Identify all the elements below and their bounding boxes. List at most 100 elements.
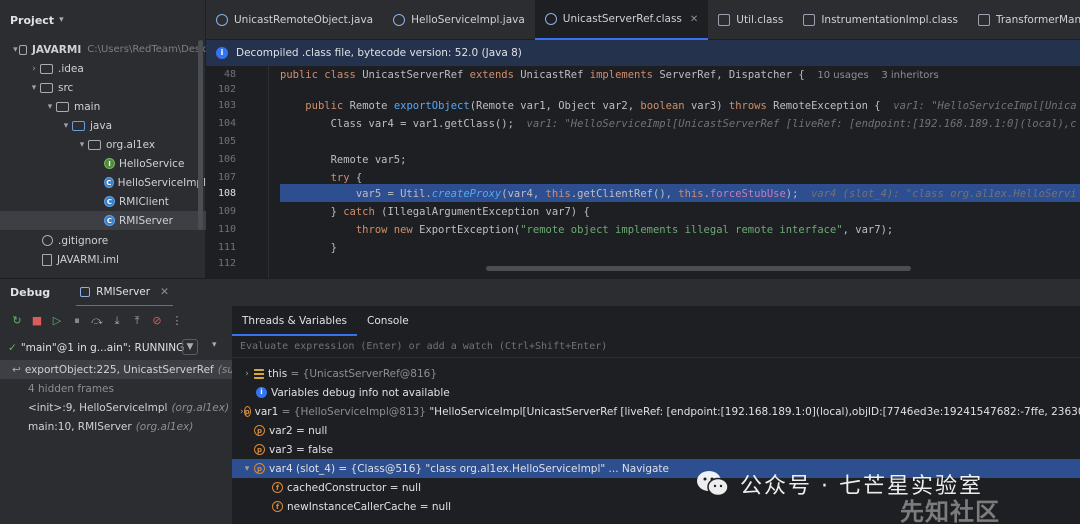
chevron-down-icon[interactable]: ▾ — [76, 140, 88, 150]
code-line-107: try { — [330, 172, 363, 184]
tree-item-rmiserver[interactable]: C RMIServer — [0, 211, 206, 230]
project-scrollbar[interactable] — [198, 40, 203, 230]
evaluate-expression-input[interactable]: Evaluate expression (Enter) or add a wat… — [232, 336, 1080, 358]
stop-icon[interactable]: ■ — [30, 314, 44, 328]
debug-title: Debug — [10, 286, 51, 299]
chevron-down-icon[interactable]: ▾ — [44, 102, 56, 112]
close-icon[interactable]: ✕ — [690, 14, 698, 25]
tree-item-label: JAVARMI — [31, 43, 82, 56]
tree-item-label: java — [90, 119, 112, 132]
code-line-110: throw new ExportException("remote object… — [355, 224, 894, 236]
code-line-106: Remote var5; — [280, 154, 407, 166]
run-config-icon — [80, 286, 91, 297]
project-header[interactable]: Project ▾ — [0, 0, 205, 40]
close-icon[interactable]: ✕ — [160, 286, 169, 298]
variable-row[interactable]: › p var1 = {HelloServiceImpl@813} "Hello… — [232, 402, 1080, 421]
tab-util[interactable]: Util.class — [708, 0, 793, 40]
chevron-down-icon[interactable]: ▾ — [212, 340, 217, 350]
variable-row[interactable]: p var3 = false — [232, 440, 1080, 459]
thread-selector[interactable]: ✓ "main"@1 in g...ain": RUNNING ▼ ▾ — [0, 336, 232, 360]
var-name: cachedConstructor — [287, 481, 387, 494]
inline-debug-hint: var1: "HelloServiceImpl[UnicastServerRef… — [526, 118, 1077, 130]
frame-package: (org.al1ex) — [135, 420, 194, 433]
line-number: 106 — [217, 154, 236, 165]
tree-item-module[interactable]: ▾ JAVARMI C:\Users\RedTeam\Desk — [0, 40, 206, 59]
frame-method: main:10, RMIServer — [28, 420, 132, 433]
code-line-111: } — [280, 242, 337, 254]
tab-label: UnicastRemoteObject.java — [234, 14, 374, 26]
tab-threads-variables[interactable]: Threads & Variables — [232, 306, 358, 336]
tab-unicastserverref[interactable]: UnicastServerRef.class ✕ — [534, 0, 709, 40]
chevron-down-icon[interactable]: ▾ — [240, 464, 254, 474]
string-literal: "remote object implements illegal remote… — [520, 224, 843, 236]
frame-item[interactable]: ↩ exportObject:225, UnicastServerRef (su… — [0, 360, 232, 379]
tree-item-package[interactable]: ▾ org.al1ex — [0, 135, 206, 154]
tab-label: Util.class — [736, 14, 784, 26]
usages-link[interactable]: 10 usages — [817, 70, 868, 81]
step-into-icon[interactable]: ⤓ — [110, 314, 124, 328]
line-number: 111 — [217, 242, 236, 253]
code-line-104: Class var4 = var1.getClass(); var1: "Hel… — [280, 118, 1077, 130]
mute-breakpoints-icon[interactable]: ⊘ — [150, 314, 164, 328]
editor-tabs: UnicastRemoteObject.java HelloServiceImp… — [206, 0, 1080, 40]
tree-item-label: .idea — [58, 62, 84, 75]
variable-row[interactable]: p var2 = null — [232, 421, 1080, 440]
resume-icon[interactable]: ▷ — [50, 314, 64, 328]
line-number: 103 — [217, 100, 236, 111]
pause-icon[interactable]: ⏸ — [70, 314, 84, 328]
class-file-icon — [544, 13, 557, 25]
tree-item-label: main — [74, 100, 101, 113]
tree-item-helloserviceimpl[interactable]: C HelloServiceImpl — [0, 173, 206, 192]
tree-item-src[interactable]: ▾ src — [0, 78, 206, 97]
step-over-icon[interactable]: ⤼ — [90, 314, 104, 328]
git-ignore-icon — [42, 235, 53, 246]
class-icon: C — [104, 196, 115, 207]
chevron-right-icon[interactable]: › — [240, 369, 254, 379]
frame-method: exportObject:225, UnicastServerRef — [24, 363, 214, 376]
horizontal-scrollbar[interactable] — [486, 266, 911, 271]
chevron-down-icon[interactable]: ▾ — [28, 83, 40, 93]
folder-icon — [56, 101, 69, 112]
frame-item[interactable]: <init>:9, HelloServiceImpl (org.al1ex) — [0, 398, 232, 417]
tree-item-iml[interactable]: JAVARMI.iml — [0, 250, 206, 269]
chevron-down-icon[interactable]: ▾ — [12, 45, 19, 55]
chevron-down-icon[interactable]: ▾ — [60, 121, 72, 131]
line-number: 102 — [217, 84, 236, 95]
filter-icon[interactable]: ▼ — [182, 339, 198, 355]
parameter-icon: p — [254, 425, 265, 436]
frame-method: <init>:9, HelloServiceImpl — [28, 401, 168, 414]
tab-helloserviceimpl[interactable]: HelloServiceImpl.java — [383, 0, 535, 40]
inheritors-link[interactable]: 3 inheritors — [881, 70, 938, 81]
package-icon — [88, 139, 101, 150]
frame-item[interactable]: main:10, RMIServer (org.al1ex) — [0, 417, 232, 436]
chevron-down-icon[interactable]: ▾ — [59, 15, 64, 25]
tab-console[interactable]: Console — [357, 306, 419, 336]
step-out-icon[interactable]: ⤒ — [130, 314, 144, 328]
tab-rmiserver[interactable]: RMIServer ✕ — [76, 279, 173, 307]
variable-row[interactable]: › this = {UnicastServerRef@816} — [232, 364, 1080, 383]
var-name: var3 — [269, 443, 293, 456]
module-path: C:\Users\RedTeam\Desk — [87, 44, 206, 55]
tab-unicastremoteobject[interactable]: UnicastRemoteObject.java — [206, 0, 383, 40]
tree-item-gitignore[interactable]: .gitignore — [0, 231, 206, 250]
tree-item-helloservice[interactable]: I HelloService — [0, 154, 206, 173]
more-icon[interactable]: ⋮ — [170, 314, 184, 328]
debug-subtabs: Threads & Variables Console — [232, 306, 1080, 336]
hidden-frames[interactable]: 4 hidden frames — [0, 379, 232, 398]
tree-item-java[interactable]: ▾ java — [0, 116, 206, 135]
var-value: = false — [296, 443, 334, 456]
tree-item-main[interactable]: ▾ main — [0, 97, 206, 116]
file-icon — [42, 253, 52, 266]
tree-item-rmiclient[interactable]: C RMIClient — [0, 192, 206, 211]
chevron-right-icon[interactable]: › — [28, 64, 40, 74]
rerun-icon[interactable]: ↻ — [10, 314, 24, 328]
tab-instrumentationimpl[interactable]: InstrumentationImpl.class — [793, 0, 968, 40]
inline-debug-hint: var1: "HelloServiceImpl[Unica — [893, 100, 1077, 112]
var-string[interactable]: "class org.al1ex.HelloServiceImpl" ... N… — [425, 463, 669, 475]
code-editor[interactable]: 48 102 103 104 105 106 107 108 109 110 1… — [206, 66, 1080, 278]
tree-item-label: RMIClient — [119, 195, 169, 208]
tab-transformermanager[interactable]: TransformerManager.clas — [968, 0, 1080, 40]
tree-item-idea[interactable]: › .idea — [0, 59, 206, 78]
info-icon: i — [216, 47, 228, 59]
watermark-text-secondary: 先知社区 — [900, 498, 1000, 524]
